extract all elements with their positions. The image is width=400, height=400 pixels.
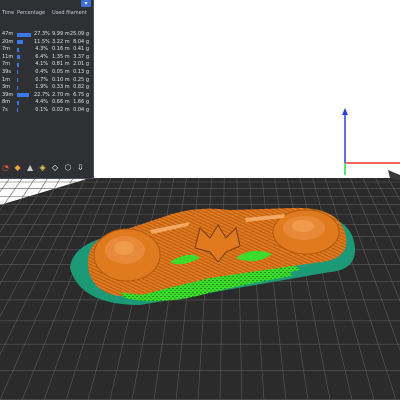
row-grams: 0.25 g	[73, 76, 89, 83]
row-percentage: 22.7%	[34, 91, 50, 98]
percentage-bar	[17, 85, 18, 90]
row-time: 7m	[2, 46, 11, 53]
percentage-bar	[17, 78, 18, 83]
legend-row: 7m 4.3% 0.16 m 0.41 g	[0, 46, 93, 54]
row-time: 7s	[2, 106, 8, 113]
row-grams: 0.82 g	[73, 84, 89, 91]
legend-row: 47m 27.3% 9.99 m 25.09 g	[0, 31, 93, 39]
percentage-bar	[17, 47, 20, 52]
row-grams: 25.09 g	[69, 31, 89, 37]
percentage-bar	[17, 100, 20, 105]
row-percentage: 0.7%	[35, 76, 48, 83]
header-time: Time	[2, 10, 15, 16]
row-grams: 0.04 g	[73, 106, 89, 113]
percentage-bar	[17, 62, 20, 67]
header-percentage: Percentage	[17, 10, 46, 16]
row-time: 1m	[2, 76, 11, 83]
row-meters: 0.33 m	[52, 84, 70, 91]
row-grams: 6.75 g	[73, 91, 89, 98]
legend-row: 3m 1.9% 0.33 m 0.82 g	[0, 84, 93, 92]
legend-row: 39m 22.7% 2.70 m 6.75 g	[0, 92, 93, 100]
row-meters: 9.99 m	[52, 31, 70, 37]
export-icon[interactable]: ⇩	[77, 163, 86, 172]
percentage-bar	[17, 93, 29, 98]
row-time: 47m	[2, 31, 14, 37]
row-meters: 1.35 m	[52, 53, 70, 60]
row-percentage: 0.1%	[35, 106, 48, 113]
legend-header: Time Percentage Used filament	[0, 10, 93, 18]
row-grams: 1.66 g	[73, 99, 89, 106]
row-percentage: 11.5%	[34, 38, 50, 45]
cube-icon[interactable]: ⬡	[65, 163, 74, 172]
percentage-bar	[17, 55, 21, 60]
row-meters: 0.10 m	[52, 76, 70, 83]
row-grams: 3.37 g	[73, 53, 89, 60]
row-time: 11m	[2, 53, 14, 60]
legend-panel: ▾ Time Percentage Used filament 47m 27.3%…	[0, 0, 94, 179]
row-percentage: 4.3%	[35, 46, 48, 53]
row-percentage: 0.4%	[35, 68, 48, 75]
row-time: 39s	[2, 68, 11, 75]
row-grams: 0.41 g	[73, 46, 89, 53]
row-meters: 0.05 m	[52, 68, 70, 75]
view-icon[interactable]: ◇	[52, 163, 61, 172]
row-time: 7m	[2, 61, 11, 68]
chevron-down-icon: ▾	[84, 0, 88, 7]
row-time: 3m	[2, 84, 11, 91]
percentage-bar	[17, 32, 31, 37]
legend-row: 8m 4.4% 0.66 m 1.66 g	[0, 99, 93, 107]
z-axis-arrow	[342, 108, 348, 115]
legend-dropdown-button[interactable]: ▾	[81, 0, 91, 7]
row-time: 39m	[2, 91, 14, 98]
row-time: 20m	[2, 38, 14, 45]
row-meters: 0.81 m	[52, 61, 70, 68]
row-grams: 0.13 g	[73, 68, 89, 75]
row-meters: 0.02 m	[52, 106, 70, 113]
row-grams: 8.04 g	[73, 38, 89, 45]
row-grams: 2.01 g	[73, 61, 89, 68]
row-percentage: 1.9%	[35, 84, 48, 91]
legend-row: 20m 11.5% 3.22 m 8.04 g	[0, 39, 93, 47]
shell-icon[interactable]: ◔	[2, 163, 11, 172]
legend-row: 1m 0.7% 0.10 m 0.25 g	[0, 77, 93, 85]
row-meters: 3.22 m	[52, 38, 70, 45]
legend-row: 39s 0.4% 0.05 m 0.13 g	[0, 69, 93, 77]
legend-row: 7m 4.1% 0.81 m 2.01 g	[0, 61, 93, 69]
row-percentage: 27.3%	[34, 31, 50, 37]
percentage-bar	[17, 70, 18, 75]
percentage-bar	[17, 40, 23, 45]
legend-row: 11m 6.4% 1.35 m 3.37 g	[0, 54, 93, 62]
header-used-filament: Used filament	[52, 10, 87, 16]
row-percentage: 6.4%	[35, 53, 48, 60]
row-time: 8m	[2, 99, 11, 106]
row-meters: 0.16 m	[52, 46, 70, 53]
overhang-icon[interactable]: ◆	[15, 163, 24, 172]
legend-toolbar: ◔ ◆ ▲ ◈ ◇ ⬡ ⇩	[0, 160, 93, 176]
row-meters: 0.66 m	[52, 99, 70, 106]
legend-rows: 47m 27.3% 9.99 m 25.09 g 20m 11.5% 3.22 m 8.04 …	[0, 31, 93, 115]
row-percentage: 4.1%	[35, 61, 48, 68]
wipe-icon[interactable]: ◈	[40, 163, 49, 172]
legend-title-bar: ▾	[0, 0, 93, 7]
row-meters: 2.70 m	[52, 91, 70, 98]
row-percentage: 4.4%	[35, 99, 48, 106]
seam-icon[interactable]: ▲	[27, 163, 36, 172]
percentage-bar	[17, 108, 18, 113]
legend-row: 7s 0.1% 0.02 m 0.04 g	[0, 107, 93, 115]
